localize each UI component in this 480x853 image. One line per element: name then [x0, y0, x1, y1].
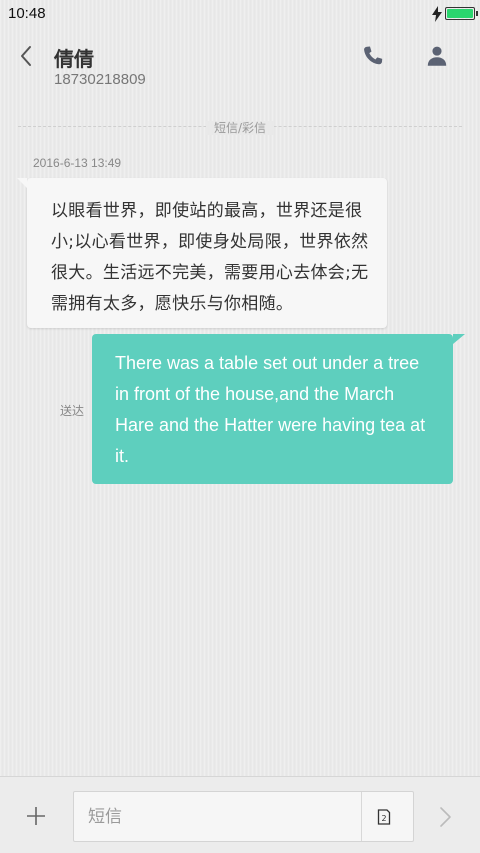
battery-icon	[445, 7, 478, 20]
phone-call-icon[interactable]	[360, 43, 386, 69]
message-type-text: 短信/彩信	[205, 121, 275, 135]
sim-card-icon[interactable]: 2	[377, 809, 391, 825]
input-separator	[361, 792, 362, 841]
svg-text:2: 2	[381, 814, 386, 823]
contact-profile-icon[interactable]	[424, 43, 450, 69]
status-time: 10:48	[8, 5, 46, 22]
outgoing-message-text: There was a table set out under a tree i…	[115, 353, 426, 466]
message-timestamp: 2016-6-13 13:49	[33, 156, 122, 170]
outgoing-message-bubble[interactable]: There was a table set out under a tree i…	[92, 334, 465, 484]
add-attachment-icon[interactable]	[24, 804, 48, 828]
message-input[interactable]	[73, 791, 414, 842]
incoming-message-text: 以眼看世界，即使站的最高，世界还是很小;以心看世界，即使身处局限，世界依然很大。…	[51, 201, 369, 314]
send-icon[interactable]	[436, 805, 454, 829]
message-type-label: 短信/彩信	[0, 119, 480, 136]
status-bar: 10:48	[0, 0, 480, 28]
incoming-message-bubble[interactable]: 以眼看世界，即使站的最高，世界还是很小;以心看世界，即使身处局限，世界依然很大。…	[17, 178, 387, 328]
contact-number: 18730218809	[54, 71, 146, 88]
composer-bar: 2	[0, 776, 480, 853]
delivery-status: 送达	[60, 404, 85, 418]
back-arrow-icon[interactable]	[14, 42, 40, 70]
contact-name: 倩倩	[54, 47, 94, 71]
charging-icon	[432, 6, 442, 22]
